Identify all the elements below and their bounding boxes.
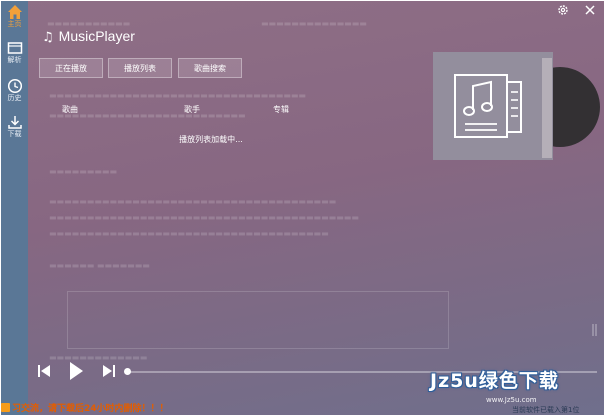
album-cover [433, 52, 553, 160]
sidebar-item-label: 主页 [7, 20, 22, 28]
play-icon[interactable] [68, 361, 84, 381]
rss-icon [1, 403, 10, 412]
close-icon[interactable] [584, 4, 596, 16]
sidebar-item-label: 解析 [7, 56, 22, 64]
ghost-text: ▬▬▬▬▬▬ ▬▬▬▬▬▬▬ [49, 261, 150, 270]
progress-handle[interactable] [124, 368, 131, 375]
ghost-text: ▬▬▬▬▬▬▬▬▬▬▬▬▬ [49, 353, 148, 362]
watermark-logo: Jz5u绿色下载 [430, 370, 559, 392]
column-header-song[interactable]: 歌曲 [62, 104, 78, 115]
gear-icon[interactable] [557, 4, 569, 16]
film-icon [7, 42, 22, 54]
ghost-table [67, 291, 449, 349]
sidebar-item-history[interactable]: 历史 [1, 75, 28, 109]
sidebar-item-label: 历史 [7, 94, 22, 102]
column-header-artist[interactable]: 歌手 [184, 104, 200, 115]
sidebar-item-home[interactable]: 主页 [1, 1, 28, 35]
home-icon [7, 5, 22, 19]
next-icon[interactable] [102, 363, 116, 379]
sidebar: 主页 解析 历史 下载 [1, 1, 28, 415]
watermark-url: www.Jz5u.com [486, 396, 537, 404]
tab-now-playing[interactable]: 正在播放 [39, 58, 103, 78]
ghost-text: ▬▬▬▬▬▬▬▬▬▬▬▬▬▬▬▬▬▬▬▬▬▬▬▬▬▬▬▬▬▬▬▬▬▬▬▬▬▬ [49, 197, 337, 206]
clock-icon [7, 78, 22, 94]
playlist-loading-text: 播放列表加载中... [179, 135, 243, 144]
download-icon [7, 116, 22, 129]
tab-song-search[interactable]: 歌曲搜索 [178, 58, 242, 78]
tab-playlist[interactable]: 播放列表 [108, 58, 172, 78]
app-title: ♫ MusicPlayer [42, 28, 135, 45]
music-note-icon: ♫ [42, 30, 54, 45]
ghost-text: ▬▬▬▬▬▬▬▬▬▬▬ [47, 19, 131, 28]
ghost-text: ▬▬▬▬▬▬▬▬▬▬▬▬▬▬▬▬▬▬▬▬▬▬▬▬▬▬▬▬▬▬▬▬▬▬ [49, 91, 306, 100]
playlist-music-icon [454, 74, 522, 138]
sidebar-item-parse[interactable]: 解析 [1, 37, 28, 71]
album-edge [542, 58, 552, 158]
ghost-text: ▬▬▬▬▬▬▬▬▬▬▬▬▬▬▬▬▬▬▬▬▬▬▬▬▬▬ [49, 111, 246, 120]
download-notice: 习交流，请下载后24小时内删除！！！ [1, 403, 169, 416]
ghost-text: ▬▬▬▬▬▬▬▬▬ [49, 167, 118, 176]
music-player-window: ▬▬▬▬▬▬▬▬▬▬▬ ▬▬▬▬▬▬▬▬▬▬▬▬▬▬ ▬▬▬▬▬▬▬▬▬▬▬▬▬… [1, 1, 604, 415]
scroll-grip-icon[interactable] [591, 323, 599, 337]
column-header-album[interactable]: 专辑 [273, 104, 289, 115]
status-text: 当前软件已载入第1位 [512, 406, 580, 414]
ghost-text: ▬▬▬▬▬▬▬▬▬▬▬▬▬▬ [261, 19, 367, 28]
ghost-text: ▬▬▬▬▬▬▬▬▬▬▬▬▬▬▬▬▬▬▬▬▬▬▬▬▬▬▬▬▬▬▬▬▬▬▬▬▬▬▬▬… [49, 213, 359, 222]
previous-icon[interactable] [37, 363, 51, 379]
ghost-text: ▬▬▬▬▬▬▬▬▬▬▬▬▬▬▬▬▬▬▬▬▬▬▬▬▬▬▬▬▬▬▬▬▬▬▬▬▬ [49, 229, 329, 238]
